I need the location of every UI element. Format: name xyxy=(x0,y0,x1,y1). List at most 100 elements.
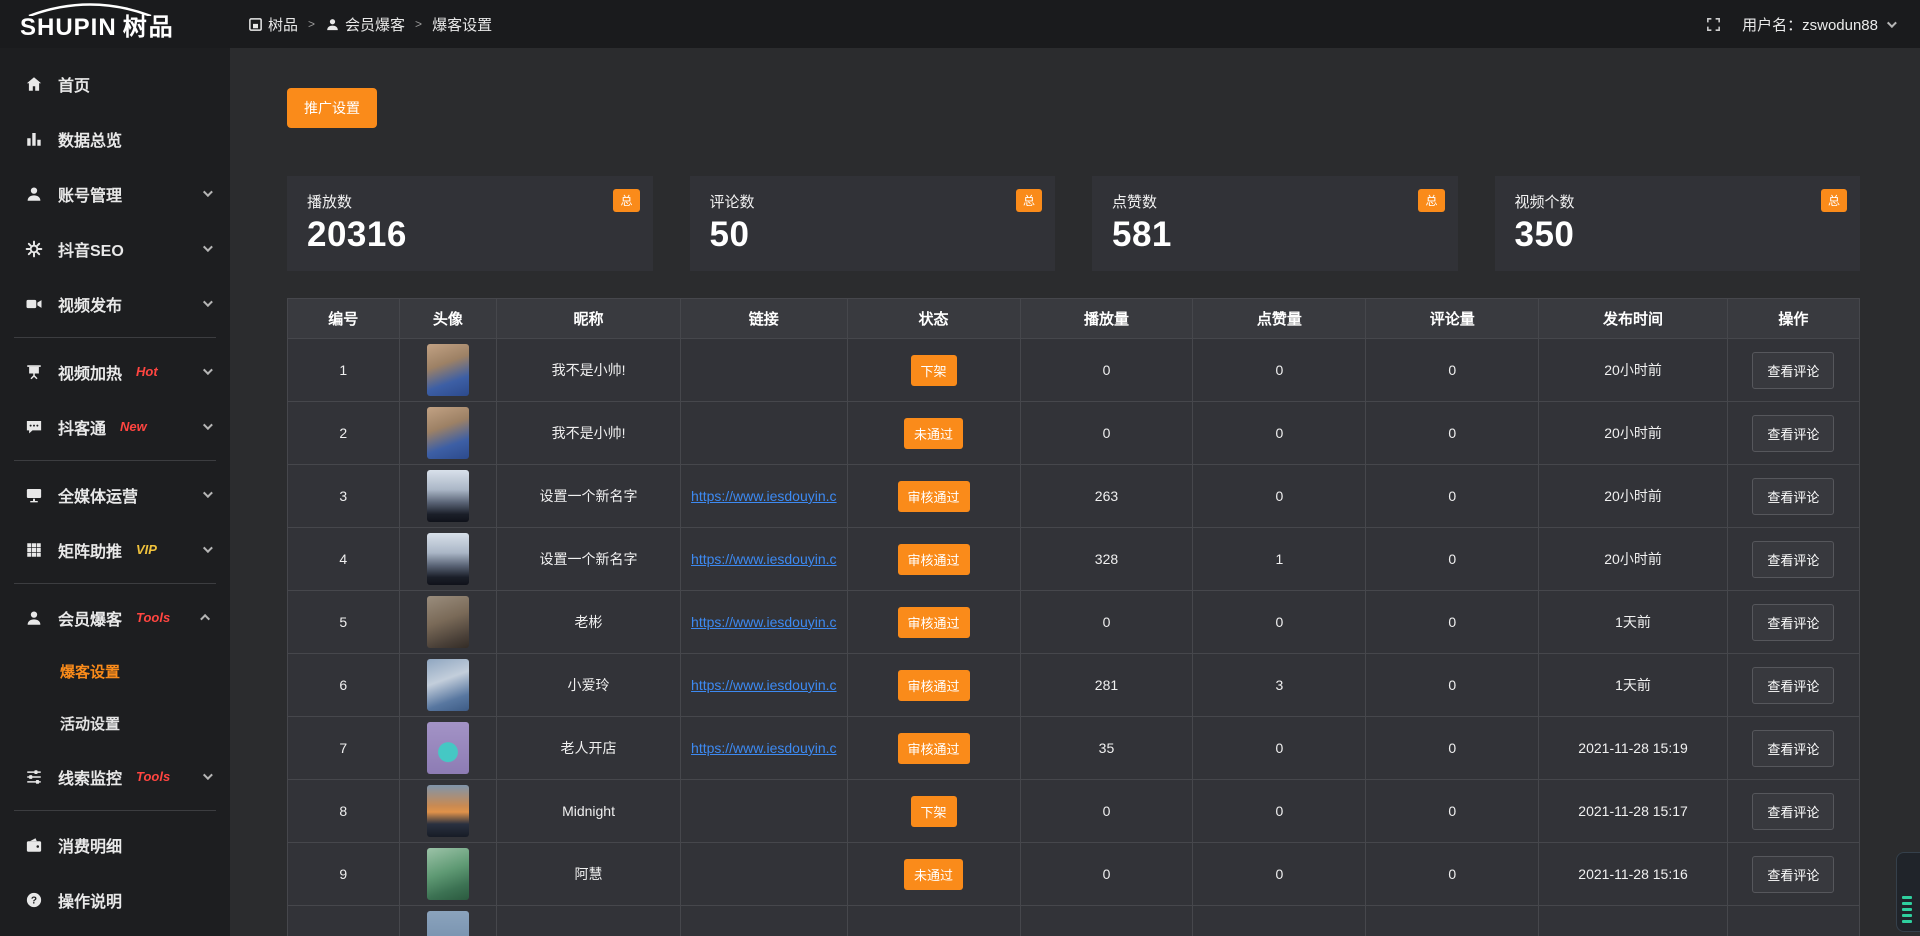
view-comments-button[interactable]: 查看评论 xyxy=(1752,730,1834,767)
publish-time xyxy=(1539,906,1728,936)
stat-label: 评论数 xyxy=(710,191,1036,212)
breadcrumb-item-member[interactable]: 会员爆客 xyxy=(325,14,405,35)
sidebar-item-consume-detail[interactable]: 消费明细 xyxy=(0,817,230,872)
stat-label: 播放数 xyxy=(307,191,633,212)
header-publish-time: 发布时间 xyxy=(1539,299,1728,339)
comments-count: 0 xyxy=(1366,654,1539,717)
publish-time: 1天前 xyxy=(1539,591,1728,654)
sidebar-item-video-heat[interactable]: 视频加热 Hot xyxy=(0,344,230,399)
sidebar-subitem-activity-settings[interactable]: 活动设置 xyxy=(0,697,230,749)
video-link[interactable]: https://www.iesdouyin.c xyxy=(681,551,847,567)
video-link[interactable]: https://www.iesdouyin.c xyxy=(681,740,847,756)
sidebar-item-operation-guide[interactable]: ? 操作说明 xyxy=(0,872,230,927)
stat-card: 点赞数 总 581 xyxy=(1092,176,1458,271)
stats-row: 播放数 总 20316 评论数 总 50 点赞数 总 581 视频个数 总 35… xyxy=(287,176,1860,271)
chevron-down-icon xyxy=(203,770,213,780)
sidebar-item-data-overview[interactable]: 数据总览 xyxy=(0,111,230,166)
header-avatar: 头像 xyxy=(399,299,496,339)
table-row: 8 Midnight 下架 0 0 0 2021-11-28 15:17 查看评… xyxy=(288,780,1860,843)
sidebar-subitem-label: 爆客设置 xyxy=(60,661,120,682)
sidebar-item-matrix-boost[interactable]: 矩阵助推 VIP xyxy=(0,522,230,577)
sidebar-item-douketong[interactable]: 抖客通 New xyxy=(0,399,230,454)
chevron-up-icon xyxy=(200,614,210,624)
username-dropdown[interactable]: 用户名：zswodun88 xyxy=(1742,14,1894,35)
video-link[interactable]: https://www.iesdouyin.c xyxy=(681,488,847,504)
status-badge: 审核通过 xyxy=(898,607,970,638)
floating-widget[interactable] xyxy=(1896,852,1920,932)
table-header-row: 编号 头像 昵称 链接 状态 播放量 点赞量 评论量 发布时间 操作 xyxy=(288,299,1860,339)
header-status: 状态 xyxy=(847,299,1020,339)
sidebar-subitem-baoke-settings[interactable]: 爆客设置 xyxy=(0,645,230,697)
status-badge: 审核通过 xyxy=(898,544,970,575)
header-actions: 操作 xyxy=(1727,299,1859,339)
view-comments-button[interactable]: 查看评论 xyxy=(1752,793,1834,830)
video-link[interactable]: https://www.iesdouyin.c xyxy=(681,677,847,693)
status-badge: 未通过 xyxy=(904,859,963,890)
comments-count: 0 xyxy=(1366,465,1539,528)
sidebar-item-account-management[interactable]: 账号管理 xyxy=(0,166,230,221)
table-row: 7 老人开店 https://www.iesdouyin.c 审核通过 35 0… xyxy=(288,717,1860,780)
nickname: 我不是小帅! xyxy=(497,402,681,465)
view-comments-button[interactable]: 查看评论 xyxy=(1752,352,1834,389)
video-link[interactable]: https://www.iesdouyin.c xyxy=(681,614,847,630)
comments-count: 0 xyxy=(1366,528,1539,591)
header-nickname: 昵称 xyxy=(497,299,681,339)
publish-time: 2021-11-28 15:17 xyxy=(1539,780,1728,843)
chevron-down-icon xyxy=(203,242,213,252)
stat-value: 350 xyxy=(1515,215,1841,255)
likes-count: 1 xyxy=(1193,528,1366,591)
sidebar-subitem-label: 活动设置 xyxy=(60,713,120,734)
sidebar-item-clue-monitor[interactable]: 线索监控 Tools xyxy=(0,749,230,804)
view-comments-button[interactable]: 查看评论 xyxy=(1752,541,1834,578)
row-id: 5 xyxy=(288,591,400,654)
avatar xyxy=(427,344,469,396)
status-badge: 未通过 xyxy=(904,418,963,449)
sidebar-item-home[interactable]: 首页 xyxy=(0,56,230,111)
chevron-down-icon xyxy=(203,420,213,430)
plays-count xyxy=(1020,906,1193,936)
view-comments-button[interactable]: 查看评论 xyxy=(1752,856,1834,893)
status-badge: 下架 xyxy=(911,355,957,386)
sidebar-divider xyxy=(14,583,216,584)
status-badge: 审核通过 xyxy=(898,733,970,764)
chat-icon xyxy=(24,417,43,436)
status-badge: 下架 xyxy=(911,796,957,827)
avatar xyxy=(427,659,469,711)
breadcrumb-item-home[interactable]: 树品 xyxy=(248,14,298,35)
sidebar-item-media-operation[interactable]: 全媒体运营 xyxy=(0,467,230,522)
nickname: 设置一个新名字 xyxy=(497,465,681,528)
fullscreen-icon[interactable] xyxy=(1705,16,1722,33)
publish-time: 20小时前 xyxy=(1539,402,1728,465)
view-comments-button[interactable]: 查看评论 xyxy=(1752,604,1834,641)
monitor-icon xyxy=(24,485,43,504)
sidebar-item-douyin-seo[interactable]: 抖音SEO xyxy=(0,221,230,276)
likes-count: 3 xyxy=(1193,654,1366,717)
view-comments-button[interactable]: 查看评论 xyxy=(1752,667,1834,704)
view-comments-button[interactable]: 查看评论 xyxy=(1752,415,1834,452)
table-row xyxy=(288,906,1860,936)
main-content: 推广设置 播放数 总 20316 评论数 总 50 点赞数 总 581 视频个数… xyxy=(230,48,1920,936)
sidebar: 首页 数据总览 账号管理 抖音SEO 视频发布 视频加热 Hot 抖客通 New… xyxy=(0,48,230,936)
row-id: 6 xyxy=(288,654,400,717)
header-link: 链接 xyxy=(680,299,847,339)
app-logo: SHUPIN树品 xyxy=(0,0,230,48)
likes-count xyxy=(1193,906,1366,936)
avatar xyxy=(427,785,469,837)
grid-icon xyxy=(24,540,43,559)
promo-settings-button[interactable]: 推广设置 xyxy=(287,88,377,128)
total-badge: 总 xyxy=(1821,189,1847,212)
plays-count: 0 xyxy=(1020,591,1193,654)
sidebar-divider xyxy=(14,337,216,338)
table-row: 1 我不是小帅! 下架 0 0 0 20小时前 查看评论 xyxy=(288,339,1860,402)
sidebar-item-label: 首页 xyxy=(58,72,90,96)
comments-count: 0 xyxy=(1366,843,1539,906)
table-row: 4 设置一个新名字 https://www.iesdouyin.c 审核通过 3… xyxy=(288,528,1860,591)
avatar xyxy=(427,722,469,774)
bar-chart-icon xyxy=(24,129,43,148)
sidebar-item-video-publish[interactable]: 视频发布 xyxy=(0,276,230,331)
sidebar-item-member-baoke[interactable]: 会员爆客 Tools xyxy=(0,590,230,645)
avatar xyxy=(427,596,469,648)
row-id: 7 xyxy=(288,717,400,780)
sidebar-item-label: 抖客通 xyxy=(58,415,106,439)
view-comments-button[interactable]: 查看评论 xyxy=(1752,478,1834,515)
